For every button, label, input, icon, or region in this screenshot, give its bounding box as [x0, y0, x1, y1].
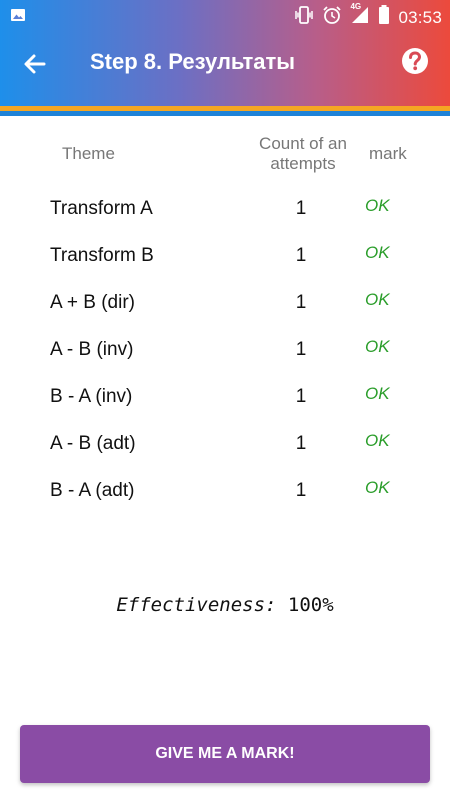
row-count: 1: [295, 339, 307, 360]
help-button[interactable]: [400, 46, 430, 76]
row-theme: B - A (inv): [50, 386, 133, 407]
toolbar-stripe-blue: [0, 111, 450, 116]
give-mark-button-label: GIVE ME A MARK!: [155, 745, 295, 762]
give-mark-button[interactable]: GIVE ME A MARK!: [20, 725, 430, 783]
table-row: Transform B 1 OK: [0, 233, 450, 280]
row-count: 1: [295, 292, 307, 313]
table-row: A - B (inv) 1 OK: [0, 327, 450, 374]
row-theme: A - B (inv): [50, 339, 134, 360]
table-row: Transform A 1 OK: [0, 186, 450, 233]
effectiveness-label: Effectiveness:: [116, 594, 277, 616]
row-theme: Transform B: [50, 245, 154, 266]
row-mark: OK: [365, 290, 390, 309]
effectiveness-value: 100%: [287, 594, 334, 616]
header-count: Count of an attempts: [259, 134, 347, 173]
alarm-icon: [322, 5, 342, 30]
vibrate-icon: [294, 6, 314, 29]
row-mark: OK: [365, 196, 390, 215]
row-mark: OK: [365, 337, 390, 356]
row-theme: Transform A: [50, 198, 153, 219]
row-count: 1: [295, 245, 307, 266]
header-mark: mark: [369, 144, 407, 163]
signal-icon: 4G: [350, 2, 370, 29]
arrow-left-icon: [24, 54, 46, 74]
row-count: 1: [295, 198, 307, 219]
page-title: Step 8. Результаты: [90, 49, 296, 74]
row-theme: B - A (adt): [50, 480, 135, 501]
table-row: A - B (adt) 1 OK: [0, 421, 450, 468]
toolbar: Step 8. Результаты: [0, 30, 450, 96]
status-bar: 4G 03:53: [0, 0, 450, 30]
table-row: B - A (inv) 1 OK: [0, 374, 450, 421]
row-count: 1: [295, 480, 307, 501]
header-theme: Theme: [62, 144, 115, 163]
row-mark: OK: [365, 478, 390, 497]
row-theme: A + B (dir): [50, 292, 135, 313]
status-time: 03:53: [398, 7, 442, 27]
row-count: 1: [295, 386, 307, 407]
effectiveness-summary: Effectiveness: 100%: [0, 594, 450, 616]
help-circle-icon: [402, 48, 428, 74]
row-mark: OK: [365, 384, 390, 403]
row-theme: A - B (adt): [50, 433, 136, 454]
table-row: A + B (dir) 1 OK: [0, 280, 450, 327]
row-mark: OK: [365, 431, 390, 450]
network-type-label: 4G: [350, 2, 362, 11]
row-count: 1: [295, 433, 307, 454]
back-button[interactable]: [20, 49, 50, 79]
row-mark: OK: [365, 243, 390, 262]
table-row: B - A (adt) 1 OK: [0, 468, 450, 515]
battery-icon: [378, 5, 390, 30]
image-icon: [10, 7, 26, 28]
